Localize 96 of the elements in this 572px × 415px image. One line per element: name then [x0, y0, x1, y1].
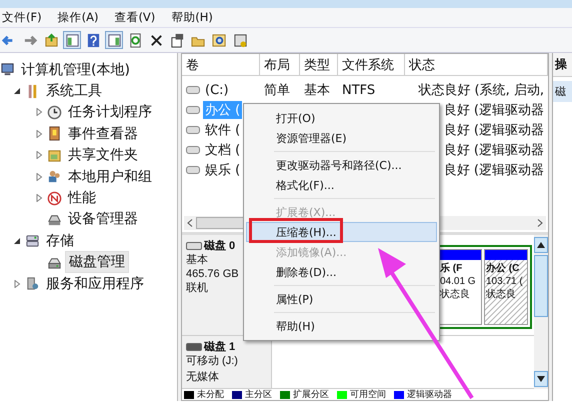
- scroll-up-icon[interactable]: [537, 242, 545, 248]
- expand-arrow-icon[interactable]: [12, 280, 22, 288]
- partition-size: 04.01 G: [440, 275, 477, 288]
- drive-icon: [186, 166, 200, 174]
- tree-item[interactable]: 任务计划程序: [65, 102, 155, 122]
- menu-item[interactable]: 文件(F): [2, 10, 42, 25]
- performance-icon: [47, 190, 62, 206]
- tree-item[interactable]: 磁盘管理: [65, 251, 129, 274]
- legend-label: 逻辑驱动器: [407, 388, 452, 401]
- volume-name[interactable]: 软件 (: [203, 121, 242, 139]
- disk-info: 无媒体: [186, 371, 219, 383]
- partition-block[interactable]: 办公 (C 103.71 ( 状态良: [484, 249, 528, 325]
- table-cell-text: 状态良好 (系统, 启动,: [418, 82, 544, 99]
- volume-name[interactable]: 娱乐 (: [203, 161, 242, 179]
- legend-label: 未分配: [197, 388, 224, 401]
- scroll-thumb[interactable]: [534, 255, 548, 317]
- drive-icon: [186, 343, 202, 351]
- table-cell-text: 简单: [264, 82, 290, 99]
- tree-item[interactable]: 设备管理器: [65, 209, 141, 230]
- menu-item[interactable]: 打开(O): [246, 108, 437, 128]
- scroll-left-icon[interactable]: [187, 219, 193, 227]
- disk-info: 可移动 (J:): [186, 355, 238, 367]
- partition-header-bar: [439, 250, 481, 260]
- menu-item[interactable]: 资源管理器(E): [246, 128, 437, 148]
- tree-pane-icon[interactable]: [63, 31, 81, 49]
- table-cell-text: 基本: [304, 82, 330, 99]
- column-header[interactable]: 卷: [182, 54, 260, 76]
- tree-item[interactable]: 系统工具: [43, 81, 105, 102]
- drive-icon: [186, 146, 200, 154]
- expand-arrow-icon[interactable]: [34, 130, 44, 138]
- scroll-thumb[interactable]: [196, 217, 246, 229]
- partition-size: 103.71 (: [486, 275, 524, 288]
- legend-label: 扩展分区: [293, 388, 329, 401]
- actions-header: 操: [553, 53, 572, 77]
- clock-icon: [47, 104, 62, 120]
- partition-status: 状态良: [440, 288, 471, 301]
- tree-item[interactable]: 服务和应用程序: [43, 274, 147, 294]
- tree-item[interactable]: 计算机管理(本地): [18, 60, 133, 80]
- action-pane-icon[interactable]: [105, 31, 123, 49]
- partition-label: 办公 (C: [486, 262, 520, 275]
- storage-icon: [25, 233, 40, 248]
- collapse-arrow-icon[interactable]: [12, 236, 22, 245]
- drive-icon: [186, 86, 200, 94]
- disk-name: 磁盘 0: [204, 239, 236, 253]
- expand-arrow-icon[interactable]: [34, 172, 44, 181]
- drive-icon: [186, 242, 202, 250]
- table-cell-text: 良好 (逻辑驱动器: [444, 102, 544, 119]
- table-cell-text: 良好 (逻辑驱动器: [444, 122, 544, 139]
- disk-info: 联机: [186, 282, 208, 294]
- menu-item[interactable]: 帮助(H): [246, 316, 437, 336]
- tree-item[interactable]: 性能: [65, 188, 99, 208]
- drive-icon: [186, 106, 200, 114]
- menu-item[interactable]: 删除卷(D)...: [246, 262, 437, 282]
- table-cell: NTFS: [342, 82, 376, 98]
- legend-label: 可用空间: [350, 388, 386, 401]
- column-header[interactable]: 类型: [300, 54, 338, 76]
- tree-item[interactable]: 共享文件夹: [65, 145, 141, 166]
- collapse-arrow-icon[interactable]: [12, 87, 22, 96]
- tree-item[interactable]: 存储: [43, 230, 77, 251]
- expand-arrow-icon[interactable]: [34, 194, 44, 202]
- menu-item[interactable]: 更改驱动器号和路径(C)...: [246, 155, 437, 175]
- partition-label: 乐 (F: [440, 262, 464, 275]
- legend-label: 主分区: [245, 388, 272, 401]
- table-cell-text: 良好 (逻辑驱动器: [444, 162, 544, 179]
- partition-status: 状态良: [486, 288, 517, 301]
- services-icon: [25, 276, 40, 292]
- table-cell-text: 良好 (逻辑驱动器: [444, 142, 544, 159]
- scroll-right-icon[interactable]: [537, 219, 543, 227]
- scroll-down-icon[interactable]: [537, 376, 545, 382]
- menu-item[interactable]: 操作(A): [58, 10, 98, 25]
- volume-name[interactable]: (C:): [203, 82, 231, 98]
- menu-item[interactable]: 属性(P): [246, 289, 437, 309]
- disk-info: 基本: [186, 254, 208, 266]
- expand-arrow-icon[interactable]: [34, 151, 44, 160]
- partition-header-bar: [485, 250, 527, 260]
- event-log-icon: [47, 126, 62, 142]
- disk-info: 465.76 GB: [186, 268, 239, 280]
- menu-item[interactable]: 查看(V): [114, 10, 156, 25]
- expand-arrow-icon[interactable]: [34, 108, 44, 116]
- partition-block[interactable]: 乐 (F 04.01 G 状态良: [438, 249, 482, 325]
- disk-name: 磁盘 1: [204, 340, 236, 354]
- menu-item[interactable]: 格式化(F)...: [246, 175, 437, 195]
- column-header[interactable]: 状态: [405, 54, 548, 76]
- action-item[interactable]: 磁: [553, 81, 572, 102]
- tree-item[interactable]: 本地用户和组: [65, 166, 155, 187]
- shared-folder-icon: [47, 148, 62, 163]
- column-header[interactable]: 布局: [260, 54, 300, 76]
- users-icon: [47, 169, 62, 184]
- column-header[interactable]: 文件系统: [338, 54, 405, 76]
- drive-icon: [186, 126, 200, 134]
- volume-name[interactable]: 文档 (: [203, 141, 242, 159]
- menu-item[interactable]: 压缩卷(H)...: [246, 222, 437, 242]
- computer-icon: [0, 62, 15, 78]
- vertical-scrollbar[interactable]: [534, 235, 548, 389]
- tree-item[interactable]: 事件查看器: [65, 124, 141, 144]
- menu-item[interactable]: 帮助(H): [171, 10, 213, 25]
